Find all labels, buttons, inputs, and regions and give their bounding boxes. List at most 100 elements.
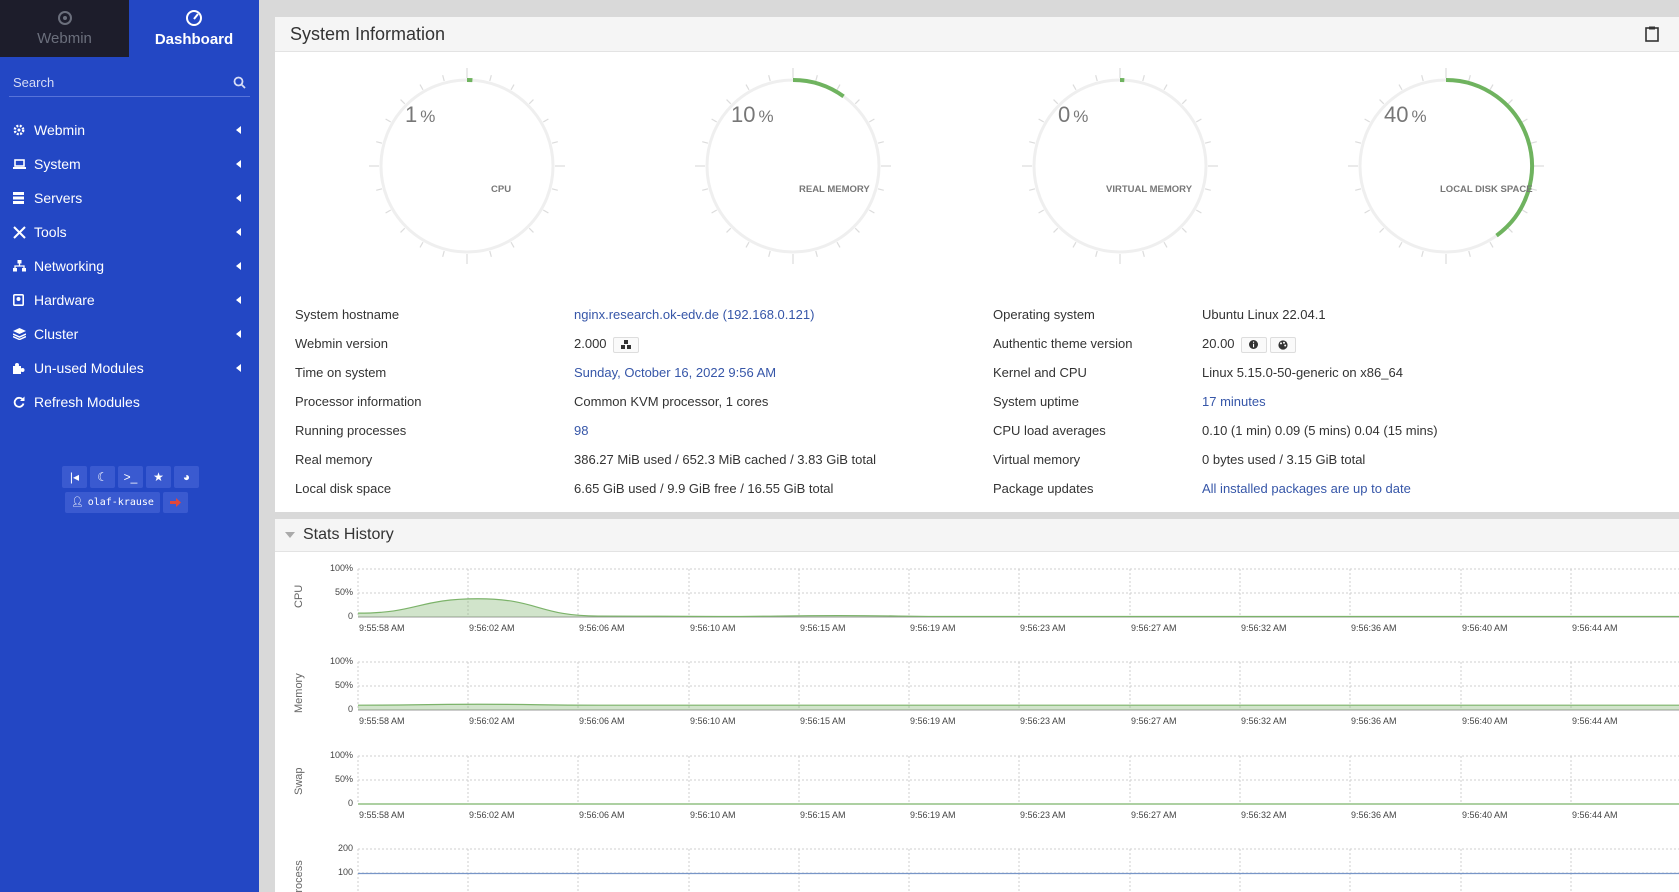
chart-xtick-label: 9:56:40 AM [1462, 810, 1508, 820]
info-value: 20.00 [1202, 336, 1235, 351]
search-box [9, 69, 250, 97]
user-row: 👤︎ olaf-krause [65, 492, 188, 513]
info-value: 0 bytes used / 3.15 GiB total [1202, 452, 1366, 467]
sidebar-item-webmin[interactable]: Webmin [0, 113, 259, 147]
chart-xtick-label: 9:56:15 AM [800, 623, 846, 633]
webmin-modules-button[interactable] [612, 336, 639, 353]
theme-config-button[interactable] [1269, 336, 1296, 353]
sidebar-item-servers[interactable]: Servers [0, 181, 259, 215]
chevron-left-icon [236, 228, 241, 236]
sidebar-item-hardware[interactable]: Hardware [0, 283, 259, 317]
gauges: 1% CPU 10% REAL MEMORY 0% VIRTUAL MEMORY 40% LO… [275, 52, 1679, 287]
collapse-button[interactable]: |◂ [62, 466, 87, 488]
chevron-left-icon [236, 296, 241, 304]
gauge-tick [551, 188, 558, 191]
info-value-wrap: Ubuntu Linux 22.04.1 [1202, 307, 1326, 322]
gauge-tick [815, 75, 818, 82]
gauge-tick [1398, 84, 1403, 91]
chart-xtick-label: 9:56:15 AM [800, 810, 846, 820]
gauge-value: 40% [1384, 102, 1427, 128]
sidebar-item-refresh-modules[interactable]: Refresh Modules [0, 385, 259, 419]
sidebar-item-label: Refresh Modules [34, 394, 140, 410]
sidebar-item-un-used-modules[interactable]: Un-used Modules [0, 351, 259, 385]
tab-dashboard[interactable]: Dashboard [129, 0, 259, 57]
gauge-tick [868, 118, 875, 123]
gauge-tick [1355, 141, 1362, 144]
clipboard-icon[interactable] [1645, 26, 1659, 42]
info-label: Running processes [295, 423, 407, 438]
chart-ytick-label: 100 [337, 867, 353, 877]
stats-history-header[interactable]: Stats History [275, 519, 1679, 552]
gauge-label: CPU [491, 184, 512, 195]
sidebar-item-networking[interactable]: Networking [0, 249, 259, 283]
theme-info-button[interactable] [1240, 336, 1267, 353]
gauge-tick [1507, 99, 1513, 105]
user-button[interactable]: 👤︎ olaf-krause [65, 492, 160, 513]
gauge-tick [489, 250, 492, 257]
search-icon[interactable] [233, 76, 246, 89]
collapse-triangle-icon[interactable] [285, 532, 295, 538]
info-label: Virtual memory [993, 452, 1081, 467]
gauge-arc [792, 78, 845, 99]
gauge-tick [1038, 209, 1045, 214]
night-mode-button[interactable]: ☾ [90, 466, 115, 488]
info-value-link[interactable]: 98 [574, 423, 588, 438]
chart-xtick-label: 9:56:44 AM [1572, 623, 1618, 633]
logout-button[interactable] [162, 492, 188, 513]
info-value-wrap: Common KVM processor, 1 cores [574, 394, 768, 409]
gauge-tick [702, 141, 709, 144]
gauge-tick [1530, 141, 1537, 144]
info-value-link[interactable]: All installed packages are up to date [1202, 481, 1411, 496]
gauge-tick [1029, 188, 1036, 191]
gauge-tick [1142, 250, 1145, 257]
info-value-wrap: 0.10 (1 min) 0.09 (5 mins) 0.04 (15 mins… [1202, 423, 1438, 438]
tab-webmin[interactable]: Webmin [0, 0, 129, 57]
gauge-tick [768, 250, 771, 257]
info-value-wrap: Sunday, October 16, 2022 9:56 AM [574, 365, 776, 380]
puzzle-icon [13, 362, 31, 374]
terminal-button[interactable]: >_ [118, 466, 143, 488]
chart-xtick-label: 9:56:36 AM [1351, 716, 1397, 726]
info-value-link[interactable]: 17 minutes [1202, 394, 1266, 409]
cubes-icon [620, 340, 631, 350]
gauge-value: 1% [405, 102, 435, 128]
gauge-tick [385, 209, 392, 214]
chart-ytick-label: 50% [334, 680, 353, 690]
gauge-tick [419, 84, 424, 91]
logout-icon [169, 498, 181, 507]
info-value-wrap: 2.000 [574, 336, 639, 353]
sidebar-item-label: Tools [34, 224, 67, 240]
gauge-tick [1095, 250, 1098, 257]
info-value-link[interactable]: Sunday, October 16, 2022 9:56 AM [574, 365, 776, 380]
sidebar-item-cluster[interactable]: Cluster [0, 317, 259, 351]
search-input[interactable] [13, 75, 213, 90]
info-value: Linux 5.15.0-50-generic on x86_64 [1202, 365, 1403, 380]
gauge-tick [1468, 75, 1471, 82]
gauge-tick [1489, 84, 1494, 91]
sidebar-menu: Webmin System Servers Tools Networking Hardwa… [0, 113, 259, 419]
chevron-left-icon [236, 364, 241, 372]
info-label: System uptime [993, 394, 1079, 409]
gauge-tick [376, 188, 383, 191]
chart-ytick-label: 100% [329, 563, 353, 573]
gauge-tick [1364, 209, 1371, 214]
gauge-unit: % [758, 107, 774, 126]
gauge-tick [711, 118, 718, 123]
info-value: 0.10 (1 min) 0.09 (5 mins) 0.04 (15 mins… [1202, 423, 1438, 438]
chart-ytick-label: 200 [337, 843, 353, 853]
info-label: Package updates [993, 481, 1094, 496]
sidebar-item-tools[interactable]: Tools [0, 215, 259, 249]
gauge-tick [1181, 99, 1187, 105]
theme-button[interactable]: ◕ [174, 466, 199, 488]
gauge-label: VIRTUAL MEMORY [1106, 184, 1193, 195]
info-value-wrap: All installed packages are up to date [1202, 481, 1411, 496]
sidebar-item-label: Servers [34, 190, 83, 206]
gauge-tick [1379, 227, 1385, 233]
info-value-link[interactable]: nginx.research.ok-edv.de (192.168.0.121) [574, 307, 814, 322]
sidebar-item-system[interactable]: System [0, 147, 259, 181]
chart-xtick-label: 9:56:06 AM [579, 716, 625, 726]
favorites-button[interactable]: ★ [146, 466, 171, 488]
gauge-tick [442, 250, 445, 257]
gauge-cpu: 1% CPU [367, 66, 567, 266]
chart-xtick-label: 9:56:23 AM [1020, 623, 1066, 633]
